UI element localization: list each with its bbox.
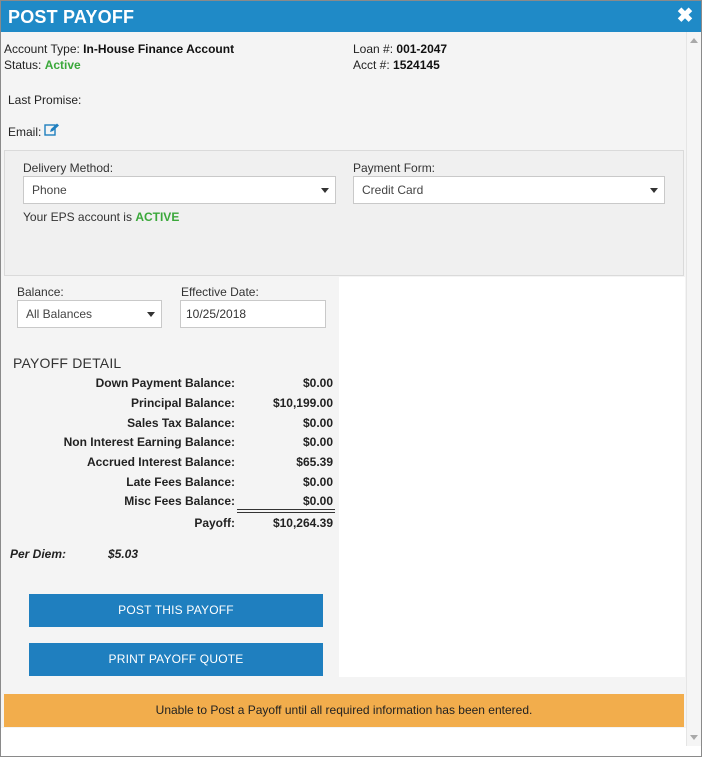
print-payoff-quote-button[interactable]: PRINT PAYOFF QUOTE [29, 643, 323, 676]
payoff-row-label: Late Fees Balance: [126, 475, 235, 489]
post-payoff-button[interactable]: POST THIS PAYOFF [29, 594, 323, 627]
email-label: Email: [8, 125, 42, 139]
total-divider [237, 509, 335, 513]
account-type: Account Type: In-House Finance Account [4, 42, 234, 56]
dialog-title: POST PAYOFF [8, 7, 135, 27]
footer-spacer [1, 728, 687, 748]
payoff-row-value: $10,199.00 [272, 396, 333, 410]
eps-status: Your EPS account is ACTIVE [23, 210, 179, 224]
per-diem-value: $5.03 [108, 547, 139, 561]
loan-label: Loan #: [353, 42, 394, 56]
post-payoff-dialog: POST PAYOFF ✖ Account Type: In-House Fin… [0, 0, 702, 757]
payoff-row-label: Misc Fees Balance: [124, 494, 235, 508]
status-value: Active [44, 58, 81, 72]
payoff-row-value: $65.39 [296, 455, 333, 469]
chevron-down-icon [147, 312, 155, 317]
dialog-content: Account Type: In-House Finance Account S… [1, 32, 687, 748]
loan-number: Loan #: 001-2047 [353, 42, 447, 56]
eps-active: ACTIVE [135, 210, 180, 224]
vertical-scrollbar[interactable] [686, 32, 701, 746]
acct-label: Acct #: [353, 58, 390, 72]
per-diem-label: Per Diem: [10, 547, 67, 561]
close-icon[interactable]: ✖ [676, 6, 694, 26]
payoff-row-value: $0.00 [302, 475, 333, 489]
balance-select[interactable]: All Balances [17, 300, 162, 328]
payoff-row: Non Interest Earning Balance: $0.00 [1, 435, 341, 453]
payoff-row-label: Down Payment Balance: [95, 376, 235, 390]
effective-date-label: Effective Date: [181, 285, 259, 299]
scroll-down-icon[interactable] [690, 735, 698, 740]
delivery-method-label: Delivery Method: [23, 161, 114, 175]
status-label: Status: [4, 58, 42, 72]
payoff-row-value: $0.00 [302, 376, 333, 390]
payoff-row-value: $0.00 [302, 435, 333, 449]
chevron-down-icon [321, 188, 329, 193]
payment-form-select[interactable]: Credit Card [353, 176, 665, 204]
payoff-row-value: $0.00 [302, 494, 333, 508]
payoff-detail-title: PAYOFF DETAIL [13, 355, 122, 371]
balance-label: Balance: [17, 285, 64, 299]
payoff-row: Late Fees Balance: $0.00 [1, 475, 341, 493]
payoff-row-label: Sales Tax Balance: [127, 416, 235, 430]
payoff-row-label: Accrued Interest Balance: [86, 455, 235, 469]
loan-value: 001-2047 [396, 42, 448, 56]
account-status: Status: Active [4, 58, 81, 72]
payoff-total-value: $10,264.39 [272, 516, 333, 530]
payoff-total-row: Payoff: $10,264.39 [1, 516, 341, 534]
edit-icon[interactable] [44, 123, 60, 137]
payment-form-value: Credit Card [362, 183, 424, 197]
account-number: Acct #: 1524145 [353, 58, 440, 72]
account-type-label: Account Type: [4, 42, 80, 56]
delivery-method-select[interactable]: Phone [23, 176, 336, 204]
dialog-titlebar: POST PAYOFF ✖ [1, 1, 701, 32]
effective-date-input[interactable]: 10/25/2018 [180, 300, 326, 328]
delivery-panel: Delivery Method: Phone Payment Form: Cre… [4, 150, 684, 276]
payoff-row-label: Principal Balance: [130, 396, 235, 410]
payment-form-label: Payment Form: [353, 161, 436, 175]
balance-value: All Balances [26, 307, 93, 321]
payoff-row-value: $0.00 [302, 416, 333, 430]
payoff-row: Down Payment Balance: $0.00 [1, 376, 341, 394]
scroll-up-icon[interactable] [690, 38, 698, 43]
chevron-down-icon [650, 188, 658, 193]
acct-value: 1524145 [393, 58, 440, 72]
warning-banner: Unable to Post a Payoff until all requir… [4, 694, 684, 727]
last-promise-label: Last Promise: [8, 93, 82, 107]
empty-region [339, 277, 685, 677]
payoff-row: Accrued Interest Balance: $65.39 [1, 455, 341, 473]
payoff-row: Principal Balance: $10,199.00 [1, 396, 341, 414]
payoff-row: Sales Tax Balance: $0.00 [1, 416, 341, 434]
payoff-total-label: Payoff: [194, 516, 235, 530]
payoff-row-label: Non Interest Earning Balance: [63, 435, 235, 449]
account-type-value: In-House Finance Account [83, 42, 235, 56]
delivery-method-value: Phone [32, 183, 67, 197]
eps-text: Your EPS account is [23, 210, 132, 224]
